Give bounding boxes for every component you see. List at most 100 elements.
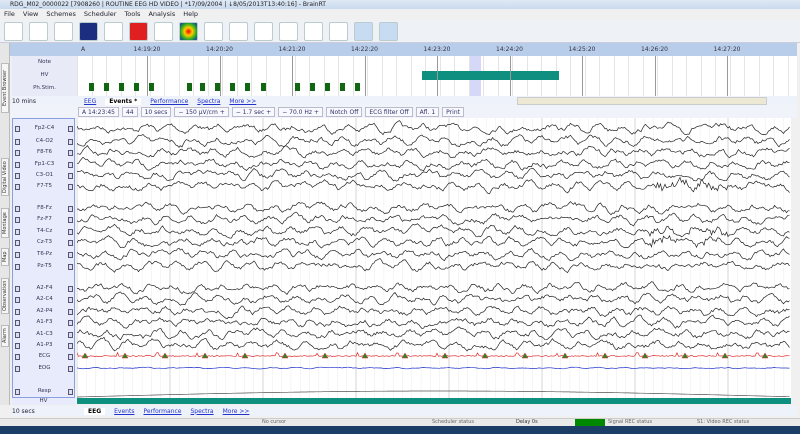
timeline-scrollbar[interactable] xyxy=(517,97,767,105)
channel-label[interactable]: A2-P4 xyxy=(13,308,76,314)
photic-stim-event[interactable] xyxy=(200,83,205,91)
document-button[interactable] xyxy=(204,21,223,41)
tab-performance[interactable]: Performance xyxy=(150,98,188,105)
channel-label[interactable]: ECG xyxy=(13,353,76,359)
tab-eeg[interactable]: EEG xyxy=(84,98,96,105)
menu-help[interactable]: Help xyxy=(183,9,198,20)
photic-stim-event[interactable] xyxy=(355,83,360,91)
channel-label[interactable]: Fp2-C4 xyxy=(13,125,76,131)
menu-file[interactable]: File xyxy=(4,9,15,20)
tab-spectra[interactable]: Spectra xyxy=(197,98,220,105)
photic-stim-event[interactable] xyxy=(245,83,250,91)
patient-button[interactable] xyxy=(129,21,148,41)
brain-map-button[interactable] xyxy=(179,21,198,41)
channel-toggle[interactable] xyxy=(15,309,20,315)
channel-toggle[interactable] xyxy=(15,264,20,270)
channel-toggle[interactable] xyxy=(15,286,20,292)
event-span[interactable]: 10 mins xyxy=(12,98,75,105)
video-camera-button[interactable] xyxy=(104,21,123,41)
channel-label[interactable]: A2-F4 xyxy=(13,285,76,291)
photic-stim-event[interactable] xyxy=(295,83,300,91)
channel-label[interactable]: Fp1-C3 xyxy=(13,161,76,167)
layout-3-button[interactable] xyxy=(279,21,298,41)
channel-toggle[interactable] xyxy=(15,217,20,223)
tab-events[interactable]: Events * xyxy=(105,97,142,105)
channel-toggle[interactable] xyxy=(68,206,73,212)
channel-label[interactable]: Resp xyxy=(13,388,76,394)
menu-schemes[interactable]: Schemes xyxy=(46,9,76,20)
tab-map[interactable]: Map xyxy=(1,248,9,266)
channel-toggle[interactable] xyxy=(68,217,73,223)
tab-alarm[interactable]: Alarm xyxy=(1,325,9,347)
menu-analysis[interactable]: Analysis xyxy=(148,9,175,20)
channel-toggle[interactable] xyxy=(15,366,20,372)
channel-label[interactable]: A1-C3 xyxy=(13,331,76,337)
channel-toggle[interactable] xyxy=(15,389,20,395)
channel-label[interactable]: Pz-T5 xyxy=(13,263,76,269)
page-number[interactable]: 44 xyxy=(121,106,138,117)
photic-stim-event[interactable] xyxy=(134,83,139,91)
channel-toggle[interactable] xyxy=(68,332,73,338)
tab-more-bottom[interactable]: More >> xyxy=(223,408,250,415)
channel-toggle[interactable] xyxy=(68,240,73,246)
channel-toggle[interactable] xyxy=(68,150,73,156)
photic-stim-event[interactable] xyxy=(119,83,124,91)
channel-toggle[interactable] xyxy=(15,354,20,360)
channel-toggle[interactable] xyxy=(15,184,20,190)
report-button[interactable] xyxy=(29,21,48,41)
ecg-heart-button[interactable] xyxy=(354,21,373,41)
settings-gear-button[interactable] xyxy=(4,21,23,41)
channel-toggle[interactable] xyxy=(68,320,73,326)
channel-label[interactable]: C3-O1 xyxy=(13,172,76,178)
panel-button[interactable] xyxy=(79,21,98,41)
sensitivity-control[interactable]: − 150 µV/cm + xyxy=(174,106,229,117)
channel-toggle[interactable] xyxy=(15,297,20,303)
tab-digital-video[interactable]: Digital Video xyxy=(1,158,9,196)
channel-label[interactable]: EOG xyxy=(13,365,76,371)
channel-label[interactable]: T4-Cz xyxy=(13,228,76,234)
print-button[interactable]: Print xyxy=(442,106,464,117)
table-button[interactable] xyxy=(54,21,73,41)
channel-toggle[interactable] xyxy=(68,366,73,372)
photic-stim-event[interactable] xyxy=(325,83,330,91)
menu-view[interactable]: View xyxy=(23,9,38,20)
tab-event-browser[interactable]: Event Browser xyxy=(1,63,9,113)
notch-button[interactable]: Notch Off xyxy=(326,106,363,117)
channel-label[interactable]: T6-Pz xyxy=(13,251,76,257)
channel-toggle[interactable] xyxy=(15,332,20,338)
channel-toggle[interactable] xyxy=(68,309,73,315)
channel-toggle[interactable] xyxy=(15,229,20,235)
photic-stim-event[interactable] xyxy=(149,83,154,91)
channel-toggle[interactable] xyxy=(68,297,73,303)
channel-toggle[interactable] xyxy=(15,126,20,132)
page-span[interactable]: 10 secs xyxy=(12,408,75,415)
tab-montage[interactable]: Montage xyxy=(1,208,9,238)
channel-toggle[interactable] xyxy=(68,264,73,270)
photic-stim-event[interactable] xyxy=(104,83,109,91)
channel-toggle[interactable] xyxy=(15,206,20,212)
tab-eeg-bottom[interactable]: EEG xyxy=(84,407,106,415)
tab-performance-bottom[interactable]: Performance xyxy=(143,408,181,415)
channel-toggle[interactable] xyxy=(15,162,20,168)
photic-stim-event[interactable] xyxy=(187,83,192,91)
tab-events-bottom[interactable]: Events xyxy=(114,408,134,415)
menu-scheduler[interactable]: Scheduler xyxy=(84,9,117,20)
channel-toggle[interactable] xyxy=(68,173,73,179)
channel-toggle[interactable] xyxy=(15,343,20,349)
channel-label[interactable]: A2-C4 xyxy=(13,296,76,302)
channel-toggle[interactable] xyxy=(68,184,73,190)
channel-label[interactable]: A1-F3 xyxy=(13,319,76,325)
tab-observation[interactable]: Observation xyxy=(1,278,9,314)
channel-label[interactable]: F8-T6 xyxy=(13,149,76,155)
high-filter-control[interactable]: − 70.0 Hz + xyxy=(278,106,323,117)
channel-toggle[interactable] xyxy=(68,162,73,168)
channel-label[interactable]: C4-O2 xyxy=(13,138,76,144)
channel-label[interactable]: Cz-T3 xyxy=(13,239,76,245)
channel-toggle[interactable] xyxy=(68,389,73,395)
photic-stim-event[interactable] xyxy=(230,83,235,91)
channel-label[interactable]: F7-T5 xyxy=(13,183,76,189)
channel-toggle[interactable] xyxy=(15,173,20,179)
channel-toggle[interactable] xyxy=(68,229,73,235)
channel-toggle[interactable] xyxy=(68,252,73,258)
photic-stim-event[interactable] xyxy=(261,83,266,91)
